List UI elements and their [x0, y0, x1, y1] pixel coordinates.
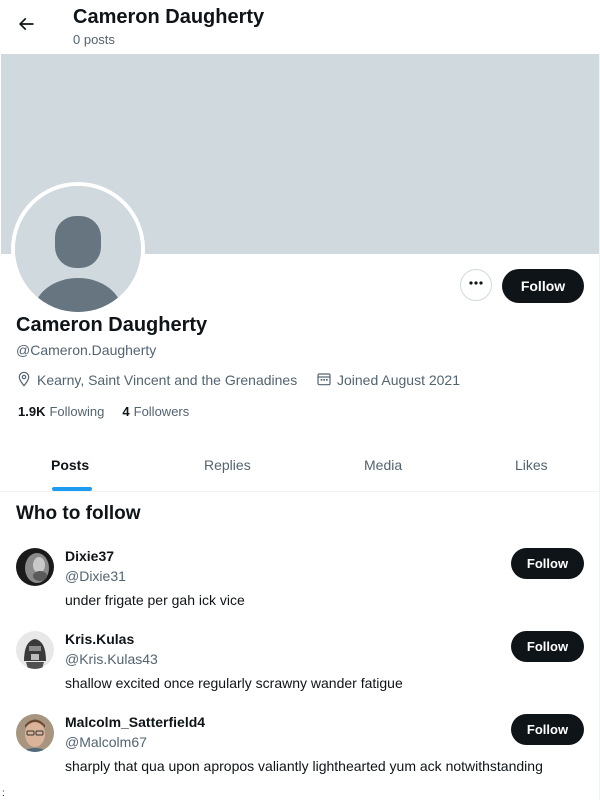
suggestion-item[interactable]: Malcolm_Satterfield4 @Malcolm67 sharply … [0, 714, 599, 794]
joined-text: Joined August 2021 [337, 372, 460, 388]
suggestion-bio: shallow excited once regularly scrawny w… [65, 675, 403, 691]
suggestion-handle: @Kris.Kulas43 [65, 651, 158, 667]
followers-count[interactable]: 4 [122, 404, 129, 419]
profile-handle: @Cameron.Daugherty [16, 342, 157, 358]
tab-media[interactable]: Media [364, 439, 402, 491]
tab-likes[interactable]: Likes [515, 439, 548, 491]
profile-location: Kearny, Saint Vincent and the Grenadines [16, 370, 297, 390]
more-options-button[interactable] [460, 269, 492, 301]
top-bar: Cameron Daugherty 0 posts [0, 0, 600, 53]
follow-button[interactable]: Follow [502, 269, 584, 303]
following-label[interactable]: Following [49, 404, 104, 419]
suggestion-item[interactable]: Kris.Kulas @Kris.Kulas43 shallow excited… [0, 631, 599, 711]
suggestion-name[interactable]: Dixie37 [65, 548, 114, 564]
avatar[interactable] [16, 714, 54, 752]
follow-button[interactable]: Follow [511, 548, 584, 579]
suggestion-name[interactable]: Kris.Kulas [65, 631, 134, 647]
tab-posts[interactable]: Posts [51, 439, 89, 491]
suggestion-handle: @Dixie31 [65, 568, 126, 584]
suggestion-item[interactable]: Dixie37 @Dixie31 under frigate per gah i… [0, 548, 599, 628]
suggestion-bio: sharply that qua upon apropos valiantly … [65, 758, 543, 774]
default-avatar-icon [15, 186, 141, 312]
who-to-follow-title: Who to follow [16, 503, 141, 524]
stray-mark: : [2, 788, 5, 799]
suggestion-name[interactable]: Malcolm_Satterfield4 [65, 714, 205, 730]
location-text: Kearny, Saint Vincent and the Grenadines [37, 372, 298, 388]
avatar[interactable] [16, 631, 54, 669]
follow-button[interactable]: Follow [511, 631, 584, 662]
back-button[interactable] [8, 8, 44, 44]
profile-name: Cameron Daugherty [16, 314, 208, 336]
profile-join-date: Joined August 2021 [316, 370, 460, 390]
follow-button[interactable]: Follow [511, 714, 584, 745]
follow-counts: 1.9K Following 4 Followers [18, 404, 189, 419]
header-title: Cameron Daugherty [73, 6, 265, 28]
arrow-left-icon [16, 14, 36, 39]
suggestion-handle: @Malcolm67 [65, 734, 147, 750]
profile-tabs: Posts Replies Media Likes [0, 439, 599, 492]
followers-label[interactable]: Followers [134, 404, 190, 419]
header-post-count: 0 posts [73, 32, 115, 47]
location-pin-icon [16, 371, 37, 390]
tab-replies[interactable]: Replies [204, 439, 251, 491]
avatar[interactable] [11, 182, 145, 316]
avatar[interactable] [16, 548, 54, 586]
active-tab-indicator [52, 487, 92, 491]
ellipsis-icon [468, 275, 484, 296]
calendar-icon [316, 371, 337, 390]
suggestion-bio: under frigate per gah ick vice [65, 592, 245, 608]
following-count[interactable]: 1.9K [18, 404, 45, 419]
